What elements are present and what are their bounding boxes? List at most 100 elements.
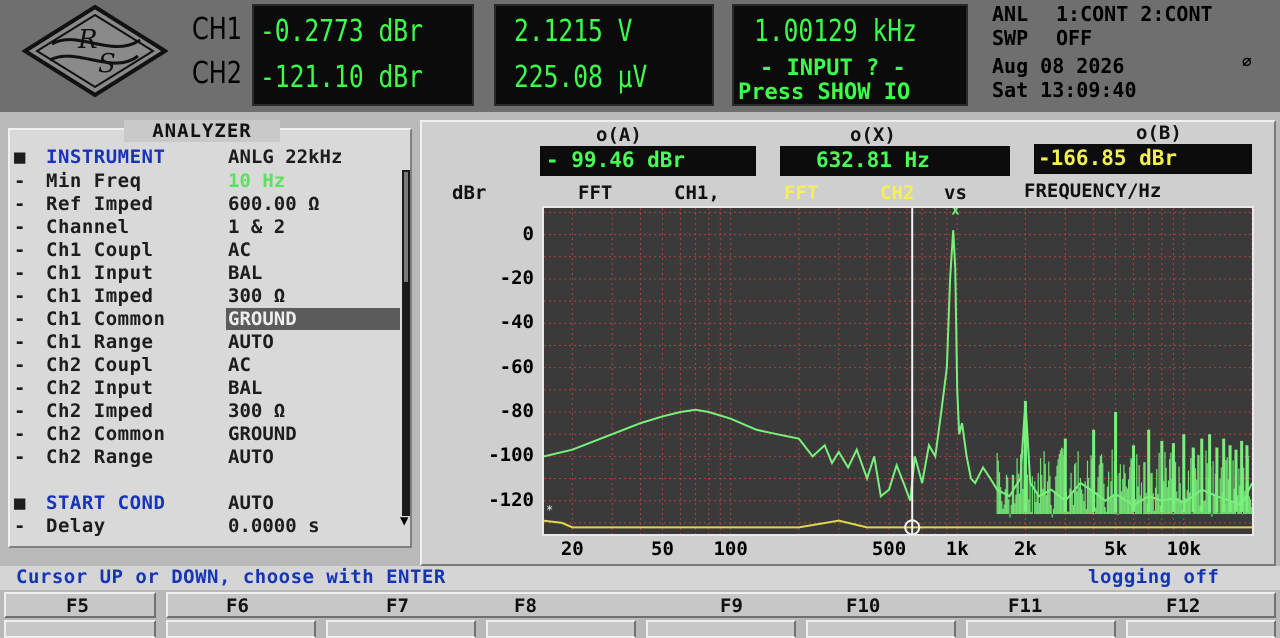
menu-row-min-freq[interactable]: - Min Freq 10 Hz	[14, 170, 404, 193]
item-bullet: -	[14, 193, 26, 215]
menu-row-label: Ch1 Range	[46, 331, 154, 353]
softkey-f9[interactable]	[646, 620, 796, 638]
fft-plot[interactable]: x *	[542, 206, 1254, 536]
menu-row-value[interactable]: 600.00 Ω	[228, 193, 320, 215]
f5-label: F5	[66, 595, 89, 617]
menu-row-value[interactable]: 300 Ω	[228, 400, 285, 422]
ch2-level-readout: -121.10 dBr	[260, 60, 423, 95]
softkey-f5[interactable]	[4, 620, 156, 638]
menu-row-value[interactable]: ANLG 22kHz	[228, 146, 342, 168]
time-display: Sat 13:09:40	[992, 78, 1137, 102]
menu-row-label: Ch2 Common	[46, 423, 166, 445]
softkey-f10[interactable]	[806, 620, 956, 638]
menu-row-value[interactable]: 1 & 2	[228, 216, 285, 238]
menu-row-value[interactable]: AUTO	[228, 331, 274, 353]
graph-title-ch2: CH2	[880, 182, 915, 204]
menu-row-value[interactable]: GROUND	[226, 308, 400, 330]
x-tick-label: 1k	[945, 538, 969, 560]
y-tick-label: -60	[499, 355, 534, 378]
menu-row-instrument[interactable]: ■ INSTRUMENT ANLG 22kHz	[14, 146, 404, 169]
svg-text:S: S	[98, 49, 116, 79]
peak-marker-icon: x	[951, 208, 960, 219]
cursor-x-value: 632.81 Hz	[816, 148, 930, 172]
y-axis-unit: dBr	[452, 182, 487, 204]
x-tick-label: 5k	[1104, 538, 1128, 560]
ch1-level-readout: -0.2773 dBr	[260, 14, 423, 49]
menu-row-value[interactable]: AC	[228, 354, 251, 376]
item-bullet: -	[14, 515, 26, 537]
item-bullet: -	[14, 239, 26, 261]
softkey-f8[interactable]	[486, 620, 636, 638]
menu-row-label: Ch1 Coupl	[46, 239, 154, 261]
softkey-f12[interactable]	[1126, 620, 1276, 638]
level-display: -0.2773 dBr -121.10 dBr	[252, 4, 474, 106]
scroll-down-arrow-icon[interactable]: ▼	[400, 514, 414, 528]
menu-row-ch2-coupl[interactable]: - Ch2 Coupl AC	[14, 354, 404, 377]
x-tick-label: 500	[871, 538, 907, 560]
f12-key[interactable]: F12	[1166, 595, 1200, 617]
graph-title-ch1: CH1,	[674, 182, 720, 204]
ch2-label: CH2	[192, 56, 243, 91]
ch2-voltage-readout: 225.08 μV	[514, 60, 648, 95]
item-bullet: -	[14, 331, 26, 353]
menu-row-ch2-range[interactable]: - Ch2 Range AUTO	[14, 446, 404, 469]
menu-row-ch1-input[interactable]: - Ch1 Input BAL	[14, 262, 404, 285]
f9-key[interactable]: F9	[720, 595, 743, 617]
menu-row-ch2-imped[interactable]: - Ch2 Imped 300 Ω	[14, 400, 404, 423]
menu-row-ch2-common[interactable]: - Ch2 Common GROUND	[14, 423, 404, 446]
logging-status: logging off	[1088, 566, 1220, 588]
item-bullet: -	[14, 285, 26, 307]
graph-title-vs: vs	[944, 182, 967, 204]
analyzer-panel-title: ANALYZER	[124, 120, 280, 142]
menu-row-value[interactable]: AUTO	[228, 492, 274, 514]
menu-row-value[interactable]: 10 Hz	[228, 170, 285, 192]
cursor-a-value: - 99.46 dBr	[546, 148, 686, 172]
f8-key[interactable]: F8	[514, 595, 537, 617]
function-key-bar: F6 F7 F8 F9 F10 F11 F12	[166, 592, 1276, 618]
graph-title-frequency: FREQUENCY/Hz	[1024, 180, 1162, 202]
fft-plot-canvas[interactable]: x*	[544, 208, 1252, 534]
system-status: ANL 1:CONT 2:CONT SWP OFF Aug 08 2026 Sa…	[992, 0, 1280, 106]
menu-row-value[interactable]: BAL	[228, 262, 262, 284]
menu-row-value[interactable]: GROUND	[228, 423, 297, 445]
x-tick-label: 2k	[1013, 538, 1037, 560]
menu-row-ch1-common[interactable]: - Ch1 Common GROUND	[14, 308, 404, 331]
menu-row-ch1-coupl[interactable]: - Ch1 Coupl AC	[14, 239, 404, 262]
menu-row-value[interactable]: BAL	[228, 377, 262, 399]
menu-row-label: Ch1 Common	[46, 308, 166, 330]
graph-title-fft-ch2: FFT	[784, 182, 819, 204]
cursor-x-label: o(X)	[850, 124, 896, 146]
menu-row-ref-imped[interactable]: - Ref Imped 600.00 Ω	[14, 193, 404, 216]
softkey-f7[interactable]	[326, 620, 476, 638]
menu-row-value[interactable]: AUTO	[228, 446, 274, 468]
softkey-f6[interactable]	[166, 620, 316, 638]
y-tick-label: -20	[499, 266, 534, 289]
menu-row-ch2-input[interactable]: - Ch2 Input BAL	[14, 377, 404, 400]
x-tick-label: 20	[560, 538, 584, 560]
menu-row-value[interactable]: 0.0000 s	[228, 515, 320, 537]
item-bullet: -	[14, 262, 26, 284]
f5-key[interactable]: F5	[4, 592, 156, 618]
menu-row-value[interactable]: 300 Ω	[228, 285, 285, 307]
menu-row-value[interactable]: AC	[228, 239, 251, 261]
menu-row-label: Ch2 Input	[46, 377, 154, 399]
menu-row-delay[interactable]: - Delay 0.0000 s	[14, 515, 404, 538]
frequency-display: 1.00129 kHz - INPUT ? - Press SHOW IO	[732, 4, 968, 106]
menu-row-ch1-imped[interactable]: - Ch1 Imped 300 Ω	[14, 285, 404, 308]
cursor-b-value: -166.85 dBr	[1038, 146, 1178, 170]
menu-row-channel[interactable]: - Channel 1 & 2	[14, 216, 404, 239]
softkey-f11[interactable]	[966, 620, 1116, 638]
anl-status: 1:CONT 2:CONT	[1056, 2, 1213, 26]
f7-key[interactable]: F7	[386, 595, 409, 617]
menu-row-start-cond[interactable]: ■ START COND AUTO	[14, 492, 404, 515]
f10-key[interactable]: F10	[846, 595, 880, 617]
menu-scrollbar-thumb[interactable]	[404, 172, 408, 282]
menu-row-label: INSTRUMENT	[46, 146, 166, 168]
svg-text:R: R	[77, 25, 98, 55]
y-tick-label: -120	[488, 488, 534, 511]
item-bullet: -	[14, 170, 26, 192]
menu-row-ch1-range[interactable]: - Ch1 Range AUTO	[14, 331, 404, 354]
f6-key[interactable]: F6	[226, 595, 249, 617]
f11-key[interactable]: F11	[1008, 595, 1042, 617]
y-tick-label: -100	[488, 444, 534, 467]
